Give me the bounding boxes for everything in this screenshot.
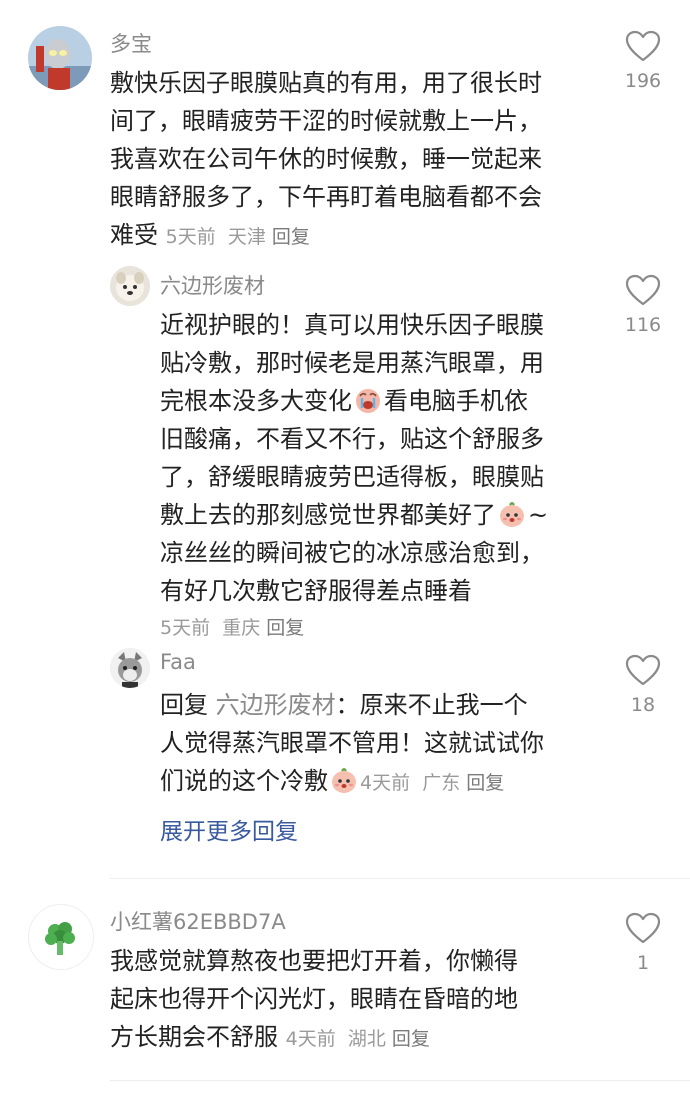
like-count: 18 [630, 694, 656, 716]
avatar[interactable] [110, 648, 150, 688]
text-fragment: 方长期会不舒服 [110, 1023, 278, 1051]
location: 广东 [422, 772, 461, 794]
location: 重庆 [222, 617, 261, 639]
text-line: 敷上去的那刻感觉世界都美好了 ~ [160, 496, 548, 534]
comment-text: 近视护眼的！真可以用快乐因子眼膜 贴冷敷，那时候老是用蒸汽眼罩，用 完根本没多大… [160, 306, 548, 646]
text-line: 近视护眼的！真可以用快乐因子眼膜 [160, 311, 544, 339]
text-line-last: 方长期会不舒服 4天前 湖北 回复 [110, 1018, 518, 1058]
text-line: 有好几次敷它舒服得差点睡着 [160, 577, 472, 605]
comment-text: 我感觉就算熬夜也要把灯开着，你懒得 起床也得开个闪光灯，眼睛在昏暗的地 方长期会… [110, 942, 518, 1058]
text-line: 了，舒缓眼睛疲劳巴适得板，眼膜贴 [160, 463, 544, 491]
text-fragment: 难受 [110, 221, 158, 249]
text-line: 回复 六边形废材：原来不止我一个 [160, 686, 544, 724]
comment-meta: 5天前 重庆 回复 [160, 610, 548, 646]
text-line: 凉丝丝的瞬间被它的冰凉感治愈到， [160, 539, 544, 567]
comment-text: 回复 六边形废材：原来不止我一个 人觉得蒸汽眼罩不管用！这就试试你 们说的这个冷… [160, 686, 544, 802]
username[interactable]: Faa [160, 650, 196, 674]
text-line: 完根本没多大变化 看电脑手机依 [160, 382, 548, 420]
text-fragment: 们说的这个冷敷 [160, 767, 328, 795]
timestamp: 5天前 [160, 617, 211, 639]
reply-button[interactable]: 回复 [466, 772, 504, 794]
location: 湖北 [347, 1028, 386, 1050]
mention-link[interactable]: 六边形废材 [216, 691, 336, 719]
text-line: 我感觉就算熬夜也要把灯开着，你懒得 [110, 947, 518, 975]
reply-button[interactable]: 回复 [266, 617, 304, 639]
avatar[interactable] [110, 266, 150, 306]
like-count: 116 [624, 314, 662, 336]
reply-button[interactable]: 回复 [392, 1028, 430, 1050]
comment-meta: 4天前 湖北 回复 [286, 1028, 430, 1050]
text-fragment: 敷上去的那刻感觉世界都美好了 [160, 501, 496, 529]
text-line: 眼睛舒服多了，下午再盯着电脑看都不会 [110, 183, 542, 211]
text-line-last: 难受 5天前 天津 回复 [110, 216, 542, 256]
heart-outline-icon [625, 30, 661, 62]
crying-face-icon [356, 389, 380, 413]
timestamp: 4天前 [360, 772, 411, 794]
avatar[interactable] [28, 904, 94, 970]
like-count: 196 [624, 70, 662, 92]
divider [110, 1080, 690, 1081]
heart-outline-icon [625, 274, 661, 306]
comment-meta: 4天前 广东 回复 [360, 772, 504, 794]
heart-outline-icon [625, 912, 661, 944]
comment-text: 敷快乐因子眼膜贴真的有用，用了很长时 间了，眼睛疲劳干涩的时候就敷上一片， 我喜… [110, 64, 542, 256]
cute-face-icon [500, 502, 524, 527]
cute-face-icon [332, 768, 356, 793]
like-button[interactable]: 116 [613, 274, 673, 336]
reply-prefix: 回复 [160, 691, 208, 719]
timestamp: 4天前 [285, 1028, 336, 1050]
text-line: 间了，眼睛疲劳干涩的时候就敷上一片， [110, 107, 542, 135]
text-line: 旧酸痛，不看又不行，贴这个舒服多 [160, 425, 544, 453]
text-line: 贴冷敷，那时候老是用蒸汽眼罩，用 [160, 349, 544, 377]
text-line-last: 们说的这个冷敷 4天前 广东 回复 [160, 762, 544, 802]
username[interactable]: 多宝 [110, 28, 152, 58]
expand-more-replies-link[interactable]: 展开更多回复 [160, 812, 298, 846]
username[interactable]: 小红薯62EBBD7A [110, 906, 286, 936]
text-line: 敷快乐因子眼膜贴真的有用，用了很长时 [110, 69, 542, 97]
reply-button[interactable]: 回复 [272, 226, 310, 248]
text-fragment: ~ [528, 501, 549, 529]
timestamp: 5天前 [165, 226, 216, 248]
location: 天津 [227, 226, 266, 248]
comment-meta: 5天前 天津 回复 [166, 226, 310, 248]
text-line: 我喜欢在公司午休的时候敷，睡一觉起来 [110, 145, 542, 173]
text-line: 起床也得开个闪光灯，眼睛在昏暗的地 [110, 985, 518, 1013]
text-fragment: 看电脑手机依 [384, 387, 528, 415]
text-fragment: ：原来不止我一个 [335, 691, 528, 719]
text-fragment: 完根本没多大变化 [160, 387, 352, 415]
heart-outline-icon [625, 654, 661, 686]
like-button[interactable]: 18 [613, 654, 673, 716]
like-button[interactable]: 1 [613, 912, 673, 974]
like-count: 1 [636, 952, 650, 974]
username[interactable]: 六边形废材 [160, 270, 265, 300]
like-button[interactable]: 196 [613, 30, 673, 92]
avatar[interactable] [28, 26, 92, 90]
text-line: 人觉得蒸汽眼罩不管用！这就试试你 [160, 729, 544, 757]
divider [110, 878, 690, 879]
